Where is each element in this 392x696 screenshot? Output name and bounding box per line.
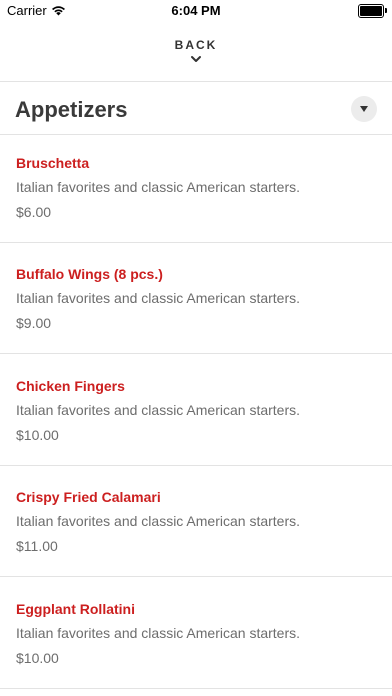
menu-item[interactable]: Bruschetta Italian favorites and classic…	[0, 134, 392, 245]
item-name: Buffalo Wings (8 pcs.)	[16, 266, 163, 282]
item-divider	[0, 353, 392, 354]
item-divider	[0, 688, 392, 689]
triangle-down-icon	[360, 106, 368, 112]
item-price: $10.00	[16, 650, 59, 666]
item-price: $6.00	[16, 204, 52, 220]
item-name: Bruschetta	[16, 155, 90, 171]
item-description: Italian favorites and classic American s…	[16, 513, 301, 529]
item-price: $10.00	[16, 427, 59, 443]
menu-item[interactable]: Eggplant Rollatini Italian favorites and…	[0, 580, 392, 691]
item-price: $9.00	[16, 315, 52, 331]
item-description: Italian favorites and classic American s…	[16, 625, 301, 641]
chevron-down-icon	[191, 56, 201, 62]
section-header: Appetizers	[0, 82, 392, 134]
menu-item[interactable]: Crispy Fried Calamari Italian favorites …	[0, 468, 392, 579]
item-description: Italian favorites and classic American s…	[16, 179, 301, 195]
item-divider	[0, 576, 392, 577]
item-description: Italian favorites and classic American s…	[16, 290, 301, 306]
category-dropdown-button[interactable]	[351, 96, 377, 122]
menu-item[interactable]: Chicken Fingers Italian favorites and cl…	[0, 357, 392, 468]
item-divider	[0, 242, 392, 243]
menu-item[interactable]: Buffalo Wings (8 pcs.) Italian favorites…	[0, 245, 392, 356]
item-name: Chicken Fingers	[16, 378, 125, 394]
item-price: $11.00	[16, 538, 58, 554]
item-name: Crispy Fried Calamari	[16, 489, 161, 505]
back-button[interactable]: BACK	[0, 34, 392, 80]
section-title: Appetizers	[15, 97, 128, 122]
back-label: BACK	[174, 38, 218, 52]
item-name: Eggplant Rollatini	[16, 601, 135, 617]
battery-fill	[360, 6, 382, 16]
item-description: Italian favorites and classic American s…	[16, 402, 301, 418]
battery-icon	[358, 4, 387, 18]
status-time: 6:04 PM	[171, 3, 221, 18]
status-bar: Carrier 6:04 PM	[0, 0, 392, 22]
item-divider	[0, 465, 392, 466]
